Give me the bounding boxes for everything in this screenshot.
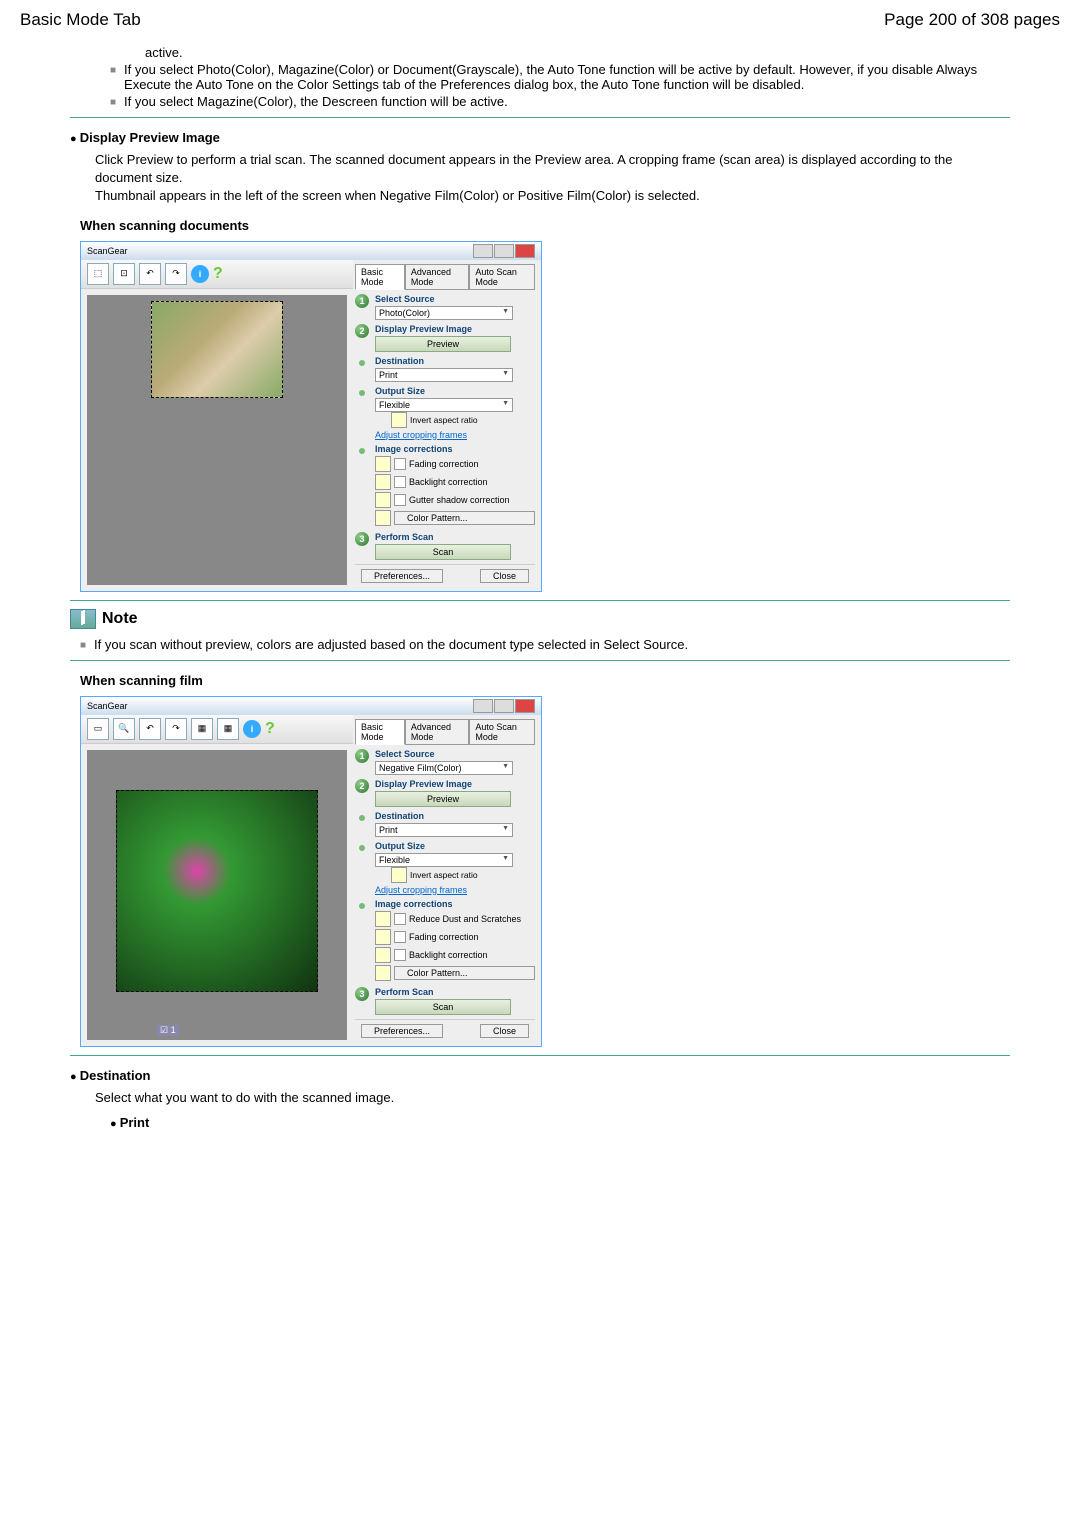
grid-icon[interactable]: ▦ [191,718,213,740]
invert-icon[interactable] [391,867,407,883]
source-select[interactable]: Photo(Color) [375,306,513,320]
info-icon[interactable]: i [191,265,209,283]
outputsize-select[interactable]: Flexible [375,398,513,412]
scangear-screenshot-documents: ScanGear ⬚ ⊡ ↶ ↷ i ? Basic Mode Advanced… [80,241,542,592]
fading-icon [375,456,391,472]
scan-button[interactable]: Scan [375,544,511,560]
color-pattern-button[interactable]: Color Pattern... [394,511,535,525]
backlight-icon [375,474,391,490]
destination-select[interactable]: Print [375,823,513,837]
header-right: Page 200 of 308 pages [884,10,1060,30]
backlight-checkbox[interactable] [394,949,406,961]
gutter-icon [375,492,391,508]
dust-icon [375,911,391,927]
colorpattern-icon [375,965,391,981]
tab-auto[interactable]: Auto Scan Mode [469,264,535,290]
preferences-button[interactable]: Preferences... [361,569,443,583]
tab-advanced[interactable]: Advanced Mode [405,264,469,290]
toolbar: ⬚ ⊡ ↶ ↷ i ? [81,260,353,289]
help-icon[interactable]: ? [213,265,223,283]
tab-advanced[interactable]: Advanced Mode [405,719,469,745]
backlight-checkbox[interactable] [394,476,406,488]
dust-checkbox[interactable] [394,913,406,925]
divider [70,600,1010,601]
divider [70,117,1010,118]
adjust-cropping-link[interactable]: Adjust cropping frames [375,885,467,895]
tab-auto[interactable]: Auto Scan Mode [469,719,535,745]
crop2-icon[interactable]: ⊡ [113,263,135,285]
rotate-left-icon[interactable]: ↶ [139,263,161,285]
divider [70,660,1010,661]
window-title: ScanGear [87,701,128,711]
preview-area[interactable]: ☑ 1 [87,750,347,1040]
fading-checkbox[interactable] [394,458,406,470]
color-pattern-button[interactable]: Color Pattern... [394,966,535,980]
fading-icon [375,929,391,945]
section-title: Display Preview Image [70,130,1010,145]
frame-checkbox[interactable]: ☑ 1 [157,1025,179,1036]
section-title: Destination [70,1068,1010,1083]
fading-checkbox[interactable] [394,931,406,943]
preview-button[interactable]: Preview [375,336,511,352]
gutter-checkbox[interactable] [394,494,406,506]
toolbar: ▭ 🔍 ↶ ↷ ▦ ▦ i ? [81,715,353,744]
rotate-left-icon[interactable]: ↶ [139,718,161,740]
backlight-icon [375,947,391,963]
colorpattern-icon [375,510,391,526]
window-buttons[interactable] [473,699,535,713]
adjust-cropping-link[interactable]: Adjust cropping frames [375,430,467,440]
tab-basic[interactable]: Basic Mode [355,719,405,745]
help-icon[interactable]: ? [265,720,275,738]
continuation-text: active. [145,45,1010,60]
subsection-title: When scanning film [80,673,1010,688]
scangear-screenshot-film: ScanGear ▭ 🔍 ↶ ↷ ▦ ▦ i ? ☑ 1 Basic Mode [80,696,542,1047]
rotate-right-icon[interactable]: ↷ [165,263,187,285]
source-select[interactable]: Negative Film(Color) [375,761,513,775]
crop-icon[interactable]: ⬚ [87,263,109,285]
subsection-title: When scanning documents [80,218,1010,233]
header-left: Basic Mode Tab [20,10,141,30]
preview-button[interactable]: Preview [375,791,511,807]
close-button[interactable]: Close [480,1024,529,1038]
list-item: ■If you select Magazine(Color), the Desc… [110,94,1010,109]
zoom-icon[interactable]: 🔍 [113,718,135,740]
note-icon [70,609,96,629]
window-buttons[interactable] [473,244,535,258]
divider [70,1055,1010,1056]
window-title: ScanGear [87,246,128,256]
body-text: Click Preview to perform a trial scan. T… [95,151,1010,206]
preview-image [116,790,318,992]
preferences-button[interactable]: Preferences... [361,1024,443,1038]
grid2-icon[interactable]: ▦ [217,718,239,740]
info-icon[interactable]: i [243,720,261,738]
close-button[interactable]: Close [480,569,529,583]
note-header: Note [70,609,1010,629]
preview-image [151,301,283,398]
scan-button[interactable]: Scan [375,999,511,1015]
invert-icon[interactable] [391,412,407,428]
page-header: Basic Mode Tab Page 200 of 308 pages [20,10,1060,30]
tab-basic[interactable]: Basic Mode [355,264,405,290]
destination-select[interactable]: Print [375,368,513,382]
preview-area[interactable] [87,295,347,585]
note-item: ■If you scan without preview, colors are… [80,637,1010,652]
body-text: Select what you want to do with the scan… [95,1089,1010,1107]
list-item: ■If you select Photo(Color), Magazine(Co… [110,62,1010,92]
rotate-right-icon[interactable]: ↷ [165,718,187,740]
outputsize-select[interactable]: Flexible [375,853,513,867]
sub-item: Print [110,1115,1010,1130]
thumbnail-icon[interactable]: ▭ [87,718,109,740]
